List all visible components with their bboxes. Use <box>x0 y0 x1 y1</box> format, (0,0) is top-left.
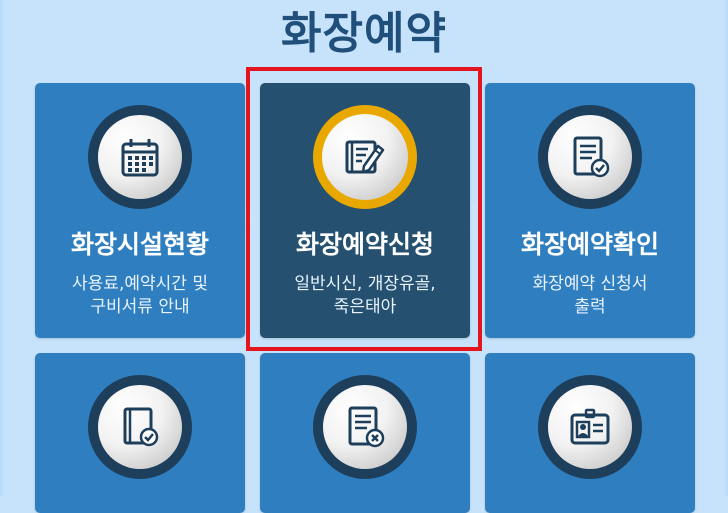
tile-title: 화장예약신청 <box>295 230 434 259</box>
tile-reservation-check[interactable]: 화장예약확인 화장예약 신청서 출력 <box>485 83 695 338</box>
document-cancel-icon <box>348 406 385 448</box>
tile-facility-status[interactable]: 화장시설현황 사용료,예약시간 및 구비서류 안내 <box>35 83 245 338</box>
icon-circle <box>313 375 417 479</box>
tile-description: 사용료,예약시간 및 구비서류 안내 <box>72 274 208 317</box>
notebook-pencil-icon <box>345 140 385 174</box>
tile-description: 화장예약 신청서 출력 <box>532 274 648 317</box>
tile-row2-3[interactable] <box>485 353 695 513</box>
id-card-icon <box>570 408 610 445</box>
icon-circle <box>538 105 642 209</box>
book-check-icon <box>123 407 159 447</box>
icon-circle <box>538 375 642 479</box>
tile-reservation-apply[interactable]: 화장예약신청 일반시신, 개장유골, 죽은태아 <box>260 83 470 338</box>
icon-circle <box>313 105 417 209</box>
tile-title: 화장시설현황 <box>70 230 209 259</box>
tile-title: 화장예약확인 <box>520 230 659 259</box>
page-title: 화장예약 <box>281 8 447 59</box>
icon-circle <box>88 375 192 479</box>
tile-description: 일반시신, 개장유골, 죽은태아 <box>294 274 436 317</box>
tile-row2-2[interactable] <box>260 353 470 513</box>
calendar-icon <box>121 139 159 177</box>
tile-row2-1[interactable] <box>35 353 245 513</box>
document-check-icon <box>573 136 610 178</box>
icon-circle <box>88 105 192 209</box>
